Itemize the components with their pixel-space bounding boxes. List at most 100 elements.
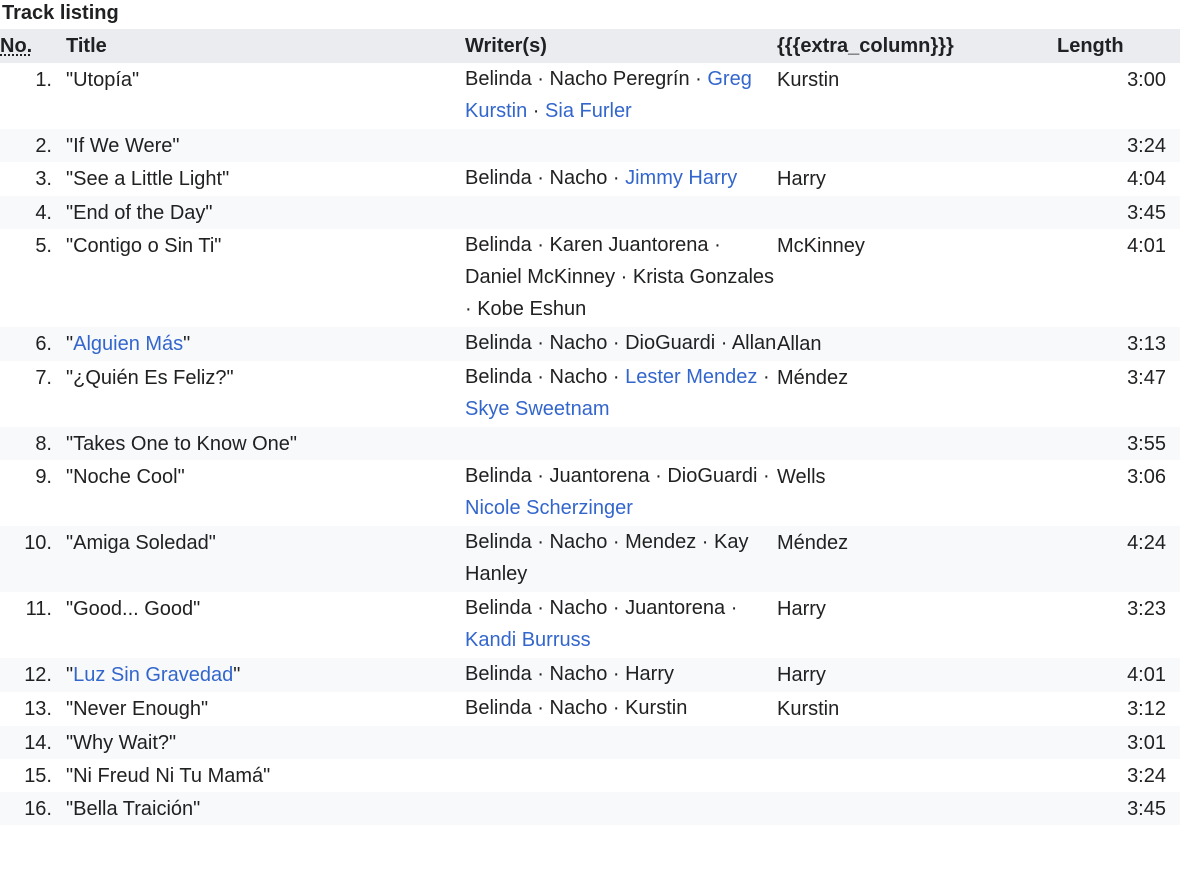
writer-name: Nacho <box>549 366 608 388</box>
writer-name: Belinda <box>465 68 532 90</box>
writer-name: Belinda <box>465 663 532 685</box>
track-extra <box>777 726 1057 759</box>
track-writers: Belinda · Nacho · DioGuardi · Allan <box>465 327 777 361</box>
track-title: "Why Wait?" <box>52 726 465 759</box>
track-title: "Good... Good" <box>52 592 465 658</box>
track-title: "End of the Day" <box>52 196 465 229</box>
table-row: 13. "Never Enough" Belinda · Nacho · Kurst… <box>0 692 1180 726</box>
track-title-link[interactable]: Luz Sin Gravedad <box>73 664 233 686</box>
track-title-text: "Noche Cool" <box>66 466 185 488</box>
writer-name: Belinda <box>465 332 532 354</box>
writer-name: Daniel McKinney <box>465 266 616 288</box>
track-extra: Harry <box>777 168 826 190</box>
writer-name: Nacho <box>549 531 608 553</box>
writer-separator: · <box>531 597 550 619</box>
track-writers: Belinda · Juantorena · DioGuardi · Nicol… <box>465 460 777 526</box>
writer-separator: · <box>708 234 721 256</box>
writer-name: Kobe Eshun <box>477 298 587 320</box>
track-length: 4:01 <box>1127 664 1166 686</box>
track-length: 4:24 <box>1127 532 1166 554</box>
track-extra: Kurstin <box>777 698 840 720</box>
track-title: "Utopía" <box>52 63 465 129</box>
track-extra <box>777 129 1057 162</box>
track-title-text: "Takes One to Know One" <box>66 433 297 455</box>
track-number: 1. <box>35 69 52 91</box>
track-title-text: "¿Quién Es Feliz?" <box>66 367 234 389</box>
writer-link[interactable]: Lester Mendez <box>625 366 757 388</box>
track-number: 12. <box>24 664 52 686</box>
writer-separator: · <box>531 663 550 685</box>
column-header-length: Length <box>1057 29 1180 63</box>
track-title-text: " <box>233 664 241 686</box>
track-extra: McKinney <box>777 235 865 257</box>
writer-separator: · <box>607 663 626 685</box>
track-title-text: "Good... Good" <box>66 598 201 620</box>
track-title: "Never Enough" <box>52 692 465 726</box>
track-title: "Alguien Más" <box>52 327 465 361</box>
writer-separator: · <box>757 366 770 388</box>
track-extra: Allan <box>777 333 822 355</box>
writer-separator: · <box>649 465 668 487</box>
table-row: 6. "Alguien Más" Belinda · Nacho · DioGuar… <box>0 327 1180 361</box>
table-row: 4. "End of the Day" 3:45 <box>0 196 1180 229</box>
writer-separator: · <box>696 531 715 553</box>
writer-name: Karen Juantorena <box>549 234 709 256</box>
track-writers: Belinda · Nacho · Lester Mendez · Skye S… <box>465 361 777 427</box>
track-number: 15. <box>24 765 52 787</box>
writer-name: Nacho <box>549 697 608 719</box>
writer-name: Belinda <box>465 697 532 719</box>
table-row: 7. "¿Quién Es Feliz?" Belinda · Nacho · Le… <box>0 361 1180 427</box>
track-title-text: "Why Wait?" <box>66 732 177 754</box>
track-number: 11. <box>25 598 52 620</box>
track-writers: Belinda · Karen Juantorena · Daniel McKi… <box>465 229 777 327</box>
track-title-link[interactable]: Alguien Más <box>73 333 183 355</box>
writer-link[interactable]: Skye Sweetnam <box>465 398 610 420</box>
writer-separator: · <box>531 167 550 189</box>
track-extra <box>777 759 1057 792</box>
writer-link[interactable]: Kandi Burruss <box>465 629 591 651</box>
track-extra: Harry <box>777 664 826 686</box>
writer-separator: · <box>607 167 626 189</box>
track-number: 8. <box>35 433 52 455</box>
table-row: 14. "Why Wait?" 3:01 <box>0 726 1180 759</box>
track-extra <box>777 196 1057 229</box>
track-number: 4. <box>35 202 52 224</box>
track-listing-table: No. Title Writer(s) {{{extra_column}}} L… <box>0 29 1180 825</box>
track-writers <box>465 427 777 460</box>
column-header-writers: Writer(s) <box>465 29 777 63</box>
track-title: "Bella Traición" <box>52 792 465 825</box>
writer-link[interactable]: Jimmy Harry <box>625 167 737 189</box>
writer-separator: · <box>531 68 550 90</box>
writer-separator: · <box>527 100 546 122</box>
writer-link[interactable]: Nicole Scherzinger <box>465 497 633 519</box>
table-row: 1. "Utopía" Belinda · Nacho Peregrín · Gre… <box>0 63 1180 129</box>
column-header-extra: {{{extra_column}}} <box>777 29 1057 63</box>
writer-name: Nacho <box>549 597 608 619</box>
track-length: 3:24 <box>1127 765 1166 787</box>
track-writers <box>465 129 777 162</box>
track-title-text: "Never Enough" <box>66 698 209 720</box>
track-writers: Belinda · Nacho · Jimmy Harry <box>465 162 777 196</box>
writer-name: Juantorena <box>549 465 650 487</box>
track-length: 3:45 <box>1127 202 1166 224</box>
track-title: "If We Were" <box>52 129 465 162</box>
table-row: 16. "Bella Traición" 3:45 <box>0 792 1180 825</box>
track-length: 4:01 <box>1127 235 1166 257</box>
track-extra: Wells <box>777 466 826 488</box>
writer-link[interactable]: Sia Furler <box>545 100 632 122</box>
track-length: 3:24 <box>1127 135 1166 157</box>
track-length: 3:01 <box>1127 732 1166 754</box>
writer-separator: · <box>531 697 550 719</box>
column-header-no[interactable]: No. <box>0 29 52 63</box>
writer-name: DioGuardi <box>625 332 716 354</box>
track-title: "Luz Sin Gravedad" <box>52 658 465 692</box>
writer-separator: · <box>715 332 732 354</box>
writer-name: DioGuardi <box>667 465 758 487</box>
track-listing-page: Track listing No. Title Writer(s) {{{ext… <box>0 0 1200 870</box>
track-writers: Belinda · Nacho Peregrín · Greg Kurstin … <box>465 63 777 129</box>
writer-name: Nacho Peregrín <box>549 68 690 90</box>
writer-separator: · <box>615 266 633 288</box>
track-rows: 1. "Utopía" Belinda · Nacho Peregrín · Gre… <box>0 63 1180 825</box>
table-row: 3. "See a Little Light" Belinda · Nacho · … <box>0 162 1180 196</box>
writer-separator: · <box>531 531 550 553</box>
